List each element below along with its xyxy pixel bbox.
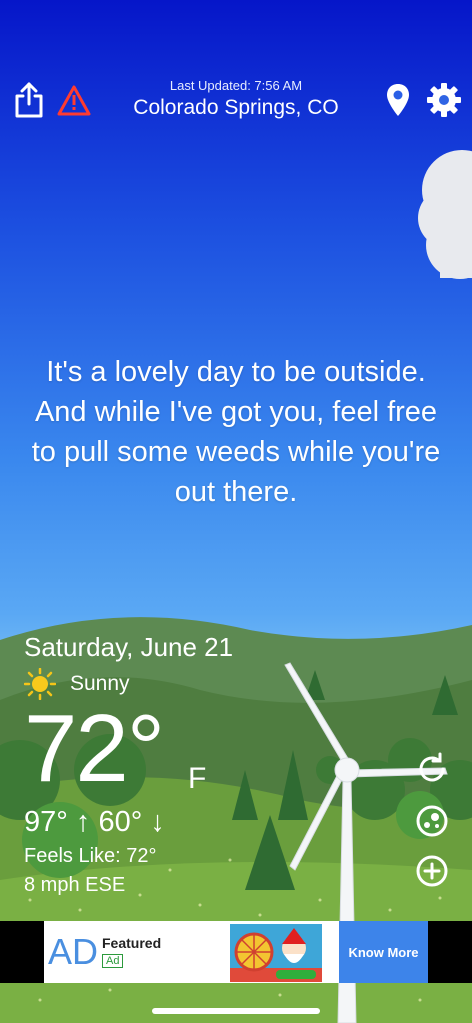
ad-cta-button[interactable]: Know More bbox=[339, 921, 428, 983]
temperature-unit[interactable]: F bbox=[188, 762, 206, 796]
current-temperature: 72° bbox=[24, 695, 165, 802]
weather-message: It's a lovely day to be outside. And whi… bbox=[31, 356, 441, 508]
gear-icon[interactable] bbox=[424, 80, 464, 120]
ad-logo: AD bbox=[47, 931, 98, 972]
radar-icon[interactable] bbox=[415, 804, 449, 838]
ad-badge: Ad bbox=[102, 954, 124, 968]
top-bar: Last Updated: 7:56 AM Colorado Springs, … bbox=[0, 70, 472, 134]
date-label: Saturday, June 21 bbox=[24, 632, 234, 662]
ad-game-image bbox=[230, 924, 322, 982]
weather-info: Saturday, June 21 Sunny 72° F 97° ↑ 60° … bbox=[24, 630, 324, 900]
ad-text: Featured Ad bbox=[102, 921, 230, 983]
cloud bbox=[418, 150, 472, 279]
high-low-temperature: 97° ↑ 60° ↓ bbox=[24, 806, 165, 838]
ad-title: Featured bbox=[102, 935, 162, 951]
wind-speed: 8 mph ESE bbox=[24, 874, 126, 896]
location-pin-icon[interactable] bbox=[382, 82, 414, 118]
refresh-icon[interactable] bbox=[415, 752, 449, 786]
feels-like: Feels Like: 72° bbox=[24, 845, 157, 867]
condition-label: Sunny bbox=[70, 672, 130, 695]
temperature-row: 72° F bbox=[24, 695, 324, 802]
add-icon[interactable] bbox=[415, 854, 449, 888]
ad-banner[interactable]: AD Featured Ad Know More bbox=[44, 921, 428, 983]
home-indicator[interactable] bbox=[152, 1008, 320, 1014]
